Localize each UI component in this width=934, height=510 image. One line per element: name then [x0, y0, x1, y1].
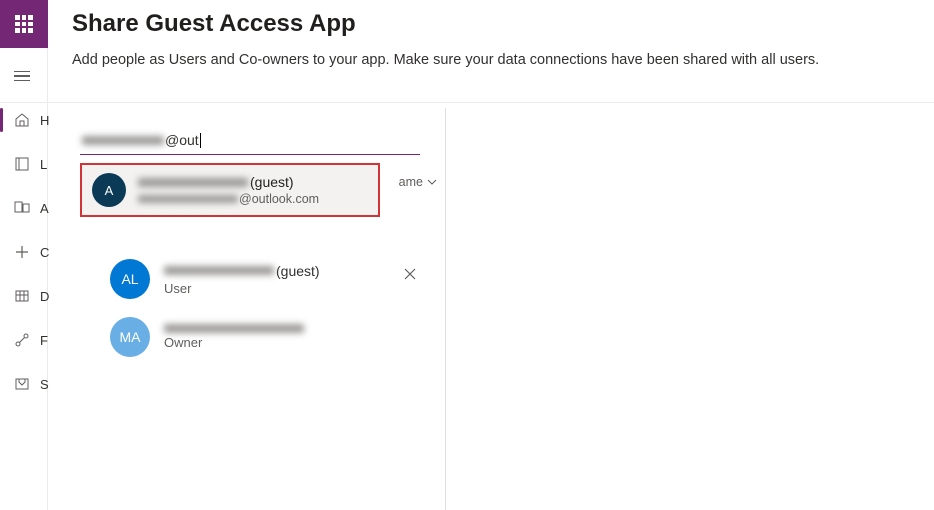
search-input[interactable] — [80, 126, 420, 155]
apps-icon — [14, 200, 30, 216]
person-info: (guest) User — [164, 263, 320, 296]
page-title: Share Guest Access App — [72, 10, 922, 38]
solutions-icon — [14, 376, 30, 392]
nav-item-flows[interactable]: F — [0, 318, 47, 362]
plus-icon — [14, 244, 30, 260]
panel-header: Share Guest Access App Add people as Use… — [72, 10, 922, 68]
suggestion-name-suffix: (guest) — [250, 174, 294, 190]
sort-label-fragment: ame — [399, 175, 423, 189]
avatar-initials: MA — [120, 329, 141, 345]
nav-label: C — [40, 245, 49, 260]
nav-label: L — [40, 157, 47, 172]
data-icon — [14, 288, 30, 304]
home-icon — [14, 112, 30, 128]
hamburger-icon — [14, 71, 30, 82]
nav-item-learn[interactable]: L — [0, 142, 47, 186]
person-role: User — [164, 281, 320, 296]
main-area: @out ame A (guest) @outlook.com — [58, 108, 934, 510]
nav-item-create[interactable]: C — [0, 230, 47, 274]
page-subtitle: Add people as Users and Co-owners to you… — [72, 52, 922, 68]
person-row[interactable]: MA Owner — [110, 317, 425, 357]
header-divider — [0, 102, 934, 103]
avatar: A — [92, 173, 126, 207]
nav-label: H — [40, 113, 49, 128]
nav-label: D — [40, 289, 49, 304]
nav-item-data[interactable]: D — [0, 274, 47, 318]
person-name-suffix: (guest) — [276, 263, 320, 279]
chevron-down-icon — [427, 177, 437, 187]
person-row[interactable]: AL (guest) User — [110, 259, 425, 299]
nav-item-home[interactable]: H — [0, 98, 47, 142]
app-launcher[interactable] — [0, 0, 48, 48]
flows-icon — [14, 332, 30, 348]
close-icon[interactable] — [403, 267, 417, 281]
avatar-initials: A — [105, 183, 114, 198]
avatar: AL — [110, 259, 150, 299]
people-search[interactable]: @out — [80, 126, 420, 155]
sort-by[interactable]: ame — [399, 175, 437, 189]
suggestion-email-suffix: @outlook.com — [239, 192, 319, 206]
share-column: @out ame A (guest) @outlook.com — [58, 108, 446, 510]
left-nav: H L A C D F S — [0, 48, 48, 510]
avatar-initials: AL — [121, 271, 138, 287]
nav-label: F — [40, 333, 48, 348]
learn-icon — [14, 156, 30, 172]
waffle-icon — [15, 15, 33, 33]
avatar: MA — [110, 317, 150, 357]
nav-item-solutions[interactable]: S — [0, 362, 47, 406]
nav-item-apps[interactable]: A — [0, 186, 47, 230]
nav-label: A — [40, 201, 49, 216]
suggestion-text: (guest) @outlook.com — [138, 174, 319, 206]
person-info: Owner — [164, 324, 306, 350]
people-suggestion[interactable]: A (guest) @outlook.com — [80, 163, 380, 217]
nav-label: S — [40, 377, 49, 392]
nav-toggle[interactable] — [0, 54, 47, 98]
person-role: Owner — [164, 335, 306, 350]
people-list: AL (guest) User MA — [80, 259, 445, 357]
